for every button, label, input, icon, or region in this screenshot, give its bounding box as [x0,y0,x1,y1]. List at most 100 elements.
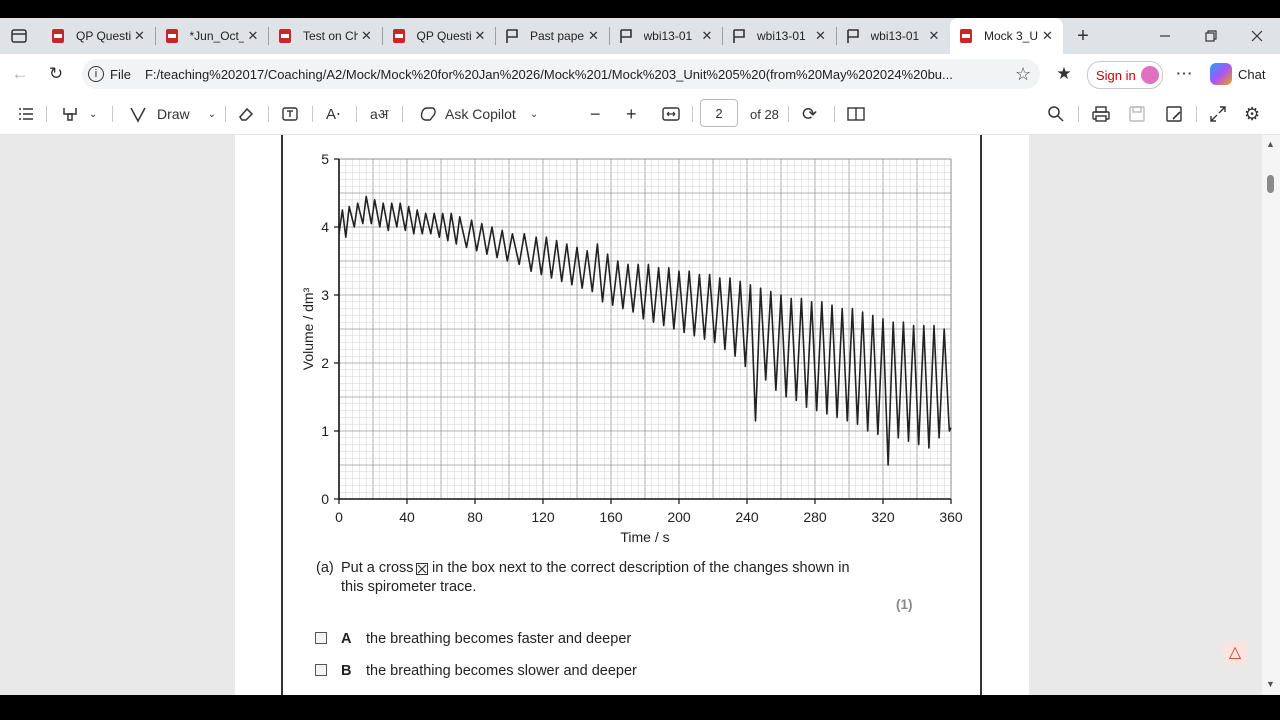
tab-title: Test on Ch [303,29,358,43]
sign-in-button[interactable]: Sign in [1087,61,1163,89]
url-scheme-label: File [110,66,131,82]
scroll-thumb[interactable] [1267,175,1274,193]
tab-close-icon[interactable]: ✕ [812,27,830,45]
flag-icon [504,28,520,44]
page-view-icon[interactable] [846,100,866,128]
close-window-button[interactable] [1248,27,1266,45]
print-icon[interactable] [1091,100,1111,128]
rotate-icon[interactable]: ⟳ [802,100,817,128]
flag-icon [845,28,861,44]
tab-actions-icon[interactable] [10,27,28,45]
copilot-dropdown-icon[interactable]: ⌄ [530,109,538,120]
y-axis-label: Volume / dm³ [300,287,316,370]
pdf-viewer-area[interactable]: 0 40 80 120 160 200 240 280 320 360 0 1 2 3 4 5 Time / s… [0,135,1262,695]
cross-box-icon [416,563,428,575]
y-tick-label: 5 [321,151,329,167]
browser-tab[interactable]: wbi13-01 ✕ [610,18,723,54]
address-field[interactable]: i File F:/teaching%202017/Coaching/A2/Mo… [82,59,1040,89]
highlight-dropdown-icon[interactable]: ⌄ [89,100,97,128]
url-text[interactable]: F:/teaching%202017/Coaching/A2/Mock/Mock… [145,67,1005,82]
y-tick-label: 1 [321,423,329,439]
save-icon[interactable] [1127,100,1147,128]
option-b-text: the breathing becomes slower and deeper [366,663,637,679]
browser-tab[interactable]: Past pape ✕ [496,18,609,54]
x-tick-label: 160 [599,509,623,525]
fit-page-icon[interactable] [660,100,682,128]
option-a-letter: A [341,631,352,647]
browser-tab[interactable]: QP Questi ✕ [383,18,496,54]
browser-tab[interactable]: wbi13-01 ✕ [837,18,950,54]
more-options-icon[interactable]: ⋯ [1170,60,1198,88]
tab-title: *Jun_Oct_ [189,29,245,43]
back-button[interactable]: ← [6,60,34,88]
x-tick-label: 240 [735,509,759,525]
highlight-icon[interactable] [60,100,80,128]
y-tick-label: 2 [321,355,329,371]
flag-icon [618,28,634,44]
ask-copilot-button[interactable]: Ask Copilot ⌄ [418,100,538,128]
x-tick-label: 120 [531,509,555,525]
tab-close-icon[interactable]: ✕ [698,27,716,45]
save-as-icon[interactable] [1164,100,1184,128]
draw-dropdown-icon[interactable]: ⌄ [208,109,216,120]
pdf-icon [50,28,66,44]
new-tab-button[interactable]: + [1073,26,1093,46]
x-tick-label: 40 [399,509,415,525]
read-aloud-icon[interactable]: A⋅ [326,100,341,128]
pdf-icon [958,28,974,44]
scroll-down-arrow[interactable]: ▼ [1266,679,1275,689]
browser-tab[interactable]: *Jun_Oct_ ✕ [156,18,269,54]
tab-close-icon[interactable]: ✕ [358,27,376,45]
tab-close-icon[interactable]: ✕ [471,27,489,45]
pdf-icon [391,28,407,44]
favorite-star-icon[interactable]: ☆ [1015,64,1031,85]
question-part-label: (a) [316,560,334,576]
tab-title: Mock 3_U [984,29,1039,43]
tab-title: wbi13-01 [870,29,920,43]
question-line1-end: in the box next to the correct descripti… [432,560,850,576]
browser-tab-bar: QP Questi ✕ *Jun_Oct_ ✕ Test on Ch ✕ QP Questi… [0,18,1280,54]
x-tick-label: 320 [871,509,895,525]
browser-tab[interactable]: QP Questi ✕ [42,18,155,54]
tab-close-icon[interactable]: ✕ [1039,27,1057,45]
fullscreen-icon[interactable] [1208,100,1228,128]
pdf-settings-icon[interactable]: ⚙ [1244,100,1260,128]
info-icon[interactable]: i [88,66,104,82]
flag-icon [731,28,747,44]
tab-title: QP Questi [416,29,472,43]
browser-tab[interactable]: Mock 3_U ✕ [950,18,1063,54]
search-icon[interactable] [1046,100,1066,128]
text-box-icon[interactable] [280,100,300,128]
page-number-input[interactable] [700,99,738,127]
tab-close-icon[interactable]: ✕ [585,27,603,45]
browser-tab[interactable]: Test on Ch ✕ [269,18,382,54]
draw-button[interactable]: Draw ⌄ [128,100,216,128]
copilot-chat-button[interactable]: Chat [1210,60,1270,88]
zoom-out-button[interactable]: − [590,100,601,128]
option-a-text: the breathing becomes faster and deeper [366,631,632,647]
scroll-up-arrow[interactable]: ▲ [1266,139,1275,149]
translate-icon[interactable]: aअ [370,100,388,128]
tab-close-icon[interactable]: ✕ [244,27,262,45]
copilot-icon [1210,63,1232,85]
taskbar-strip [0,695,1280,720]
restore-button[interactable] [1202,27,1220,45]
refresh-button[interactable]: ↻ [42,60,70,88]
x-tick-label: 360 [939,509,963,525]
acrobat-badge-icon[interactable]: △ [1222,641,1248,665]
browser-tab[interactable]: wbi13-01 ✕ [723,18,836,54]
favorites-icon[interactable]: ★ [1050,60,1078,88]
contents-icon[interactable] [16,100,36,128]
tab-title: wbi13-01 [757,29,806,43]
zoom-in-button[interactable]: + [626,100,637,128]
tab-close-icon[interactable]: ✕ [925,27,943,45]
eraser-icon[interactable] [236,100,256,128]
y-tick-label: 4 [321,219,329,235]
tab-close-icon[interactable]: ✕ [131,27,149,45]
option-b-checkbox[interactable] [315,664,327,676]
minimize-button[interactable] [1156,27,1174,45]
option-a-checkbox[interactable] [315,632,327,644]
vertical-scrollbar[interactable]: ▲ ▼ [1262,135,1280,695]
option-b-letter: B [341,663,352,679]
copilot-outline-icon [420,107,436,121]
